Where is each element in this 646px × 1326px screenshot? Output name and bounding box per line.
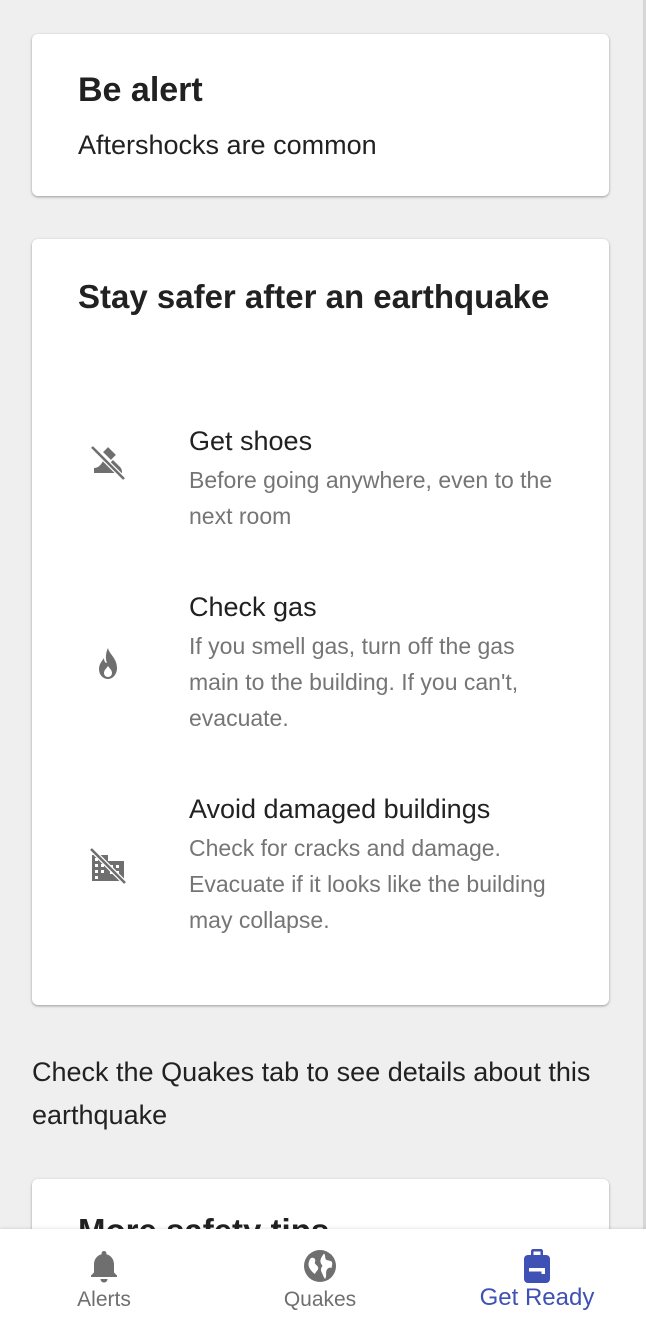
nav-tab-quakes[interactable]: Quakes [260, 1229, 380, 1326]
tip-description: Before going anywhere, even to the next … [189, 467, 553, 529]
globe-icon [300, 1246, 340, 1286]
tip-description: Check for cracks and damage. Evacuate if… [189, 835, 546, 933]
be-alert-card: Be alert Aftershocks are common [32, 34, 609, 196]
bottom-navigation: Alerts Quakes Get Ready [0, 1229, 646, 1326]
be-alert-subtitle: Aftershocks are common [78, 130, 377, 160]
nav-tab-get-ready[interactable]: Get Ready [462, 1229, 612, 1326]
nav-label: Quakes [283, 1288, 357, 1311]
stay-safer-card: Stay safer after an earthquake Get shoes… [32, 239, 609, 1005]
nav-label: Get Ready [479, 1284, 595, 1311]
stay-safer-title: Stay safer after an earthquake [78, 278, 550, 315]
nav-label: Alerts [77, 1288, 131, 1311]
fire-icon [84, 641, 132, 689]
bell-icon [84, 1246, 124, 1286]
tip-description: If you smell gas, turn off the gas main … [189, 633, 519, 731]
quakes-tab-hint: Check the Quakes tab to see details abou… [32, 1057, 591, 1130]
tip-title: Check gas [189, 592, 317, 622]
backpack-icon [517, 1246, 557, 1286]
nav-tab-alerts[interactable]: Alerts [44, 1229, 164, 1326]
no-building-icon [84, 841, 132, 889]
page: Be alert Aftershocks are common Stay saf… [0, 0, 646, 1326]
be-alert-title: Be alert [78, 71, 203, 109]
tip-title: Get shoes [189, 426, 313, 456]
no-shoes-icon [84, 439, 132, 487]
tip-title: Avoid damaged buildings [189, 794, 491, 824]
